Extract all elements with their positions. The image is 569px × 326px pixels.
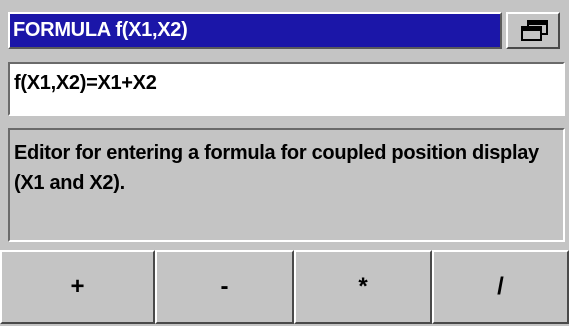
window-switch-button[interactable] — [506, 12, 560, 49]
formula-editor-screen: FORMULA f(X1,X2) f(X1,X2)=X1+X2 Editor f… — [0, 0, 569, 326]
window-switch-icon — [521, 20, 548, 41]
help-text-box: Editor for entering a formula for couple… — [8, 128, 565, 242]
window-title: FORMULA f(X1,X2) — [13, 19, 188, 41]
formula-value: f(X1,X2)=X1+X2 — [14, 72, 157, 94]
formula-input[interactable]: f(X1,X2)=X1+X2 — [8, 62, 565, 116]
multiply-softkey[interactable]: * — [294, 250, 432, 324]
minus-softkey-label: - — [220, 273, 229, 300]
minus-softkey[interactable]: - — [155, 250, 294, 324]
divide-softkey[interactable]: / — [432, 250, 569, 324]
multiply-softkey-label: * — [358, 273, 368, 300]
plus-softkey-label: + — [70, 273, 85, 300]
help-text: Editor for entering a formula for couple… — [14, 142, 539, 194]
plus-softkey[interactable]: + — [0, 250, 155, 324]
divide-softkey-label: / — [497, 273, 504, 300]
title-bar: FORMULA f(X1,X2) — [8, 12, 502, 49]
softkey-bar: + - * / — [0, 250, 569, 326]
